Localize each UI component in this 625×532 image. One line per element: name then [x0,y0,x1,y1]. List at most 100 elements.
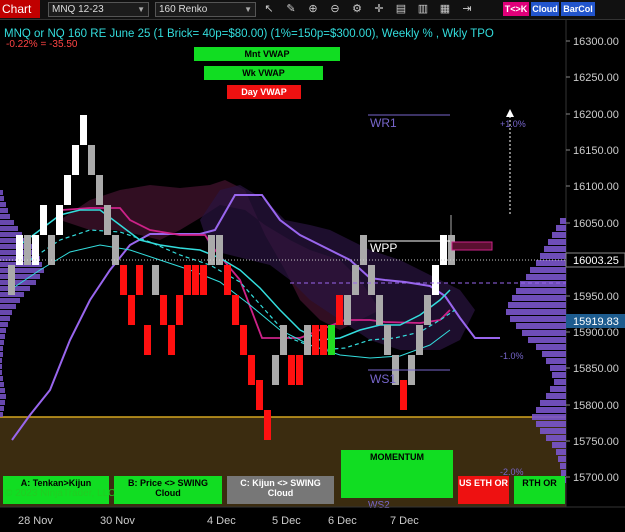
tpo-right-bar [528,337,566,343]
zoom-in-icon[interactable]: ⊕ [306,2,320,16]
tpo-left-bar [0,334,5,339]
us-eth-or-button[interactable]: US ETH OR [458,476,509,504]
time-tick-label: 4 Dec [207,515,236,527]
tenkan-kijun-label: A: Tenkan>Kijun [20,478,92,488]
tpo-left-bar [0,340,4,345]
tpo-left-bar [0,370,2,375]
tpo-left-bar [0,406,4,411]
month-vwap-button[interactable]: Mnt VWAP [194,47,340,61]
price-tick-label: 16150.00 [573,145,619,157]
renko-brick [40,205,47,235]
minus1-pct-label: -1.0% [500,351,524,361]
renko-brick [296,355,303,385]
tpo-right-bar [522,330,566,336]
settings-icon[interactable]: ⚙ [350,2,364,16]
tk-chip-label: T<>K [504,4,528,14]
tpo-right-bar [512,295,566,301]
tpo-left-bar [0,274,40,279]
renko-brick [64,175,71,205]
crosshair-icon[interactable]: ✛ [372,2,386,16]
tpo-right-bar [560,463,566,469]
momentum-button[interactable]: MOMENTUM [341,450,453,498]
momentum-label: MOMENTUM [370,452,424,462]
renko-brick [128,295,135,325]
tpo-left-bar [0,220,14,225]
tpo-right-bar [536,407,566,413]
price-chart[interactable]: WR1 WPP WS1 +1.0% -1.0% -2.0% WS2 MNQ or… [0,20,625,532]
time-tick-label: 6 Dec [328,515,357,527]
week-vwap-button[interactable]: Wk VWAP [204,66,323,80]
bar-type-selector[interactable]: 160 Renko ▼ [155,2,256,17]
tpo-left-bar [0,412,3,417]
renko-brick [328,325,335,355]
renko-brick [264,410,271,440]
renko-brick [80,115,87,145]
instrument-value: MNQ 12-23 [52,4,104,15]
renko-brick [384,325,391,355]
tpo-left-bar [0,358,2,363]
renko-brick [56,205,63,235]
scroll-right-icon[interactable]: ⇥ [460,2,474,16]
renko-brick [416,325,423,355]
renko-brick [152,265,159,295]
price-tick-label: 15950.00 [573,291,619,303]
time-tick-label: 28 Nov [18,515,53,527]
cursor-icon[interactable]: ↖ [262,2,276,16]
renko-brick [144,325,151,355]
tpo-left-bar [0,214,10,219]
pencil-icon[interactable]: ✎ [284,2,298,16]
current-price-text: 16003.25 [573,255,619,267]
plus-pct-label: +1.0% [500,119,526,129]
tpo-right-bar [516,323,566,329]
tpo-left-bar [0,352,3,357]
wpp-marker-box [451,241,493,251]
price-swing-cloud-button[interactable]: B: Price <> SWING Cloud [114,476,222,504]
instrument-selector[interactable]: MNQ 12-23 ▼ [48,2,149,17]
properties-icon[interactable]: ▤ [394,2,408,16]
wpp-label: WPP [370,241,397,255]
price-tick-label: 15850.00 [573,363,619,375]
renko-brick [432,265,439,295]
chart-header-title: MNQ or NQ 160 RE June 25 (1 Brick= 40p=$… [4,28,494,40]
chart-header-change: -0.22% = -35.50 [6,39,78,50]
chart-style-icon[interactable]: ▥ [416,2,430,16]
day-vwap-button[interactable]: Day VWAP [227,85,301,99]
day-vwap-label: Day VWAP [241,87,287,97]
renko-brick [72,145,79,175]
tpo-left-bar [0,376,3,381]
renko-brick [192,265,199,295]
data-box-icon[interactable]: ▦ [438,2,452,16]
tpo-right-bar [556,225,566,231]
renko-brick [352,265,359,295]
tpo-right-bar [516,288,566,294]
tpo-right-bar [550,365,566,371]
cloud-toggle-chip[interactable]: Cloud [531,2,559,16]
tpo-right-bar [536,344,566,350]
tk-toggle-chip[interactable]: T<>K [503,2,529,16]
tpo-left-bar [0,364,2,369]
price-swing-cloud-label: B: Price <> SWING Cloud [127,478,209,498]
renko-brick [368,265,375,295]
kijun-swing-cloud-button[interactable]: C: Kijun <> SWING Cloud [227,476,334,504]
tpo-right-bar [542,351,566,357]
tpo-right-bar [552,232,566,238]
barcol-toggle-chip[interactable]: BarCol [561,2,595,16]
renko-brick [400,380,407,410]
tpo-right-bar [554,379,566,385]
tpo-right-bar [532,414,566,420]
kijun-swing-cloud-label: C: Kijun <> SWING Cloud [240,478,321,498]
tpo-right-bar [548,239,566,245]
rth-or-button[interactable]: RTH OR [514,476,565,504]
renko-brick [120,265,127,295]
renko-brick [320,325,327,355]
chevron-down-icon: ▼ [244,5,252,14]
price-tick-label: 15700.00 [573,472,619,484]
ws1-label: WS1 [370,372,396,386]
renko-brick [248,355,255,385]
tpo-left-bar [0,316,10,321]
tpo-right-bar [560,218,566,224]
zoom-out-icon[interactable]: ⊖ [328,2,342,16]
us-eth-or-label: US ETH OR [458,478,508,488]
rth-or-label: RTH OR [522,478,557,488]
chart-toolbar: Chart MNQ 12-23 ▼ 160 Renko ▼ ↖ ✎ ⊕ ⊖ ⚙ … [0,0,625,20]
